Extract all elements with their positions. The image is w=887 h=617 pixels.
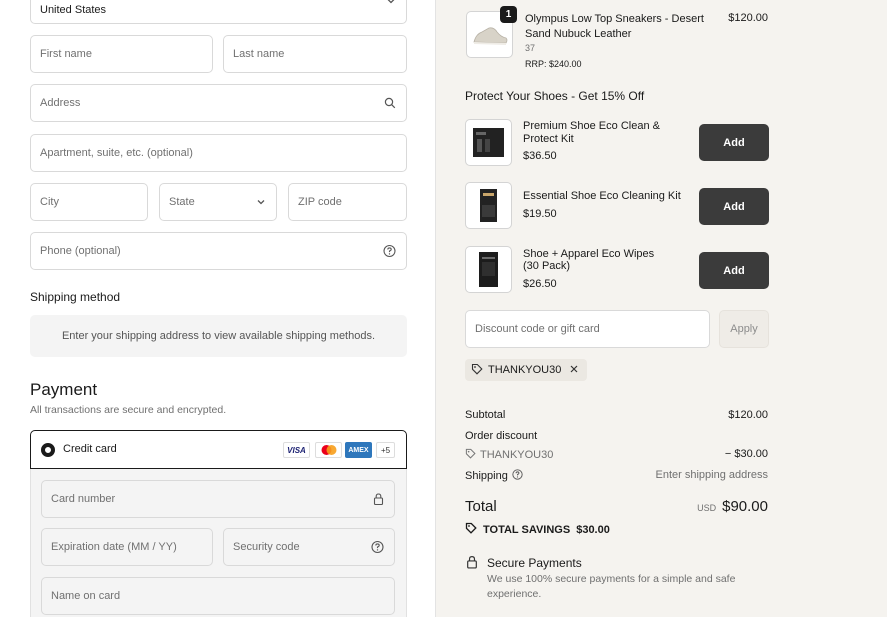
search-icon: [384, 97, 396, 109]
upsell-name: Premium Shoe Eco Clean & Protect Kit: [523, 120, 660, 145]
discount-code-line: THANKYOU30: [465, 448, 553, 462]
tag-icon: [465, 522, 477, 537]
upsell-price: $36.50: [523, 150, 557, 162]
total-label: Total: [465, 498, 497, 515]
help-icon[interactable]: [383, 244, 396, 258]
phone-field[interactable]: Phone (optional): [30, 232, 407, 270]
product-name: Olympus Low Top Sneakers - Desert Sand N…: [525, 13, 704, 40]
first-name-placeholder: First name: [40, 48, 92, 60]
product-rrp: RRP: $240.00: [525, 59, 582, 69]
last-name-placeholder: Last name: [233, 48, 285, 60]
expiry-field[interactable]: Expiration date (MM / YY): [41, 528, 213, 566]
remove-discount-icon[interactable]: [569, 364, 579, 377]
add-upsell-button[interactable]: Add: [699, 188, 769, 225]
total-amount: USD $90.00: [697, 498, 768, 515]
radio-selected[interactable]: [41, 443, 55, 457]
name-on-card-placeholder: Name on card: [51, 590, 121, 602]
shipping-label: Shipping: [465, 470, 508, 482]
applied-discount-tag: THANKYOU30: [465, 359, 588, 381]
card-number-field[interactable]: Card number: [41, 480, 395, 518]
total-currency: USD: [697, 503, 717, 513]
product-price: $120.00: [728, 12, 768, 24]
savings-value: $30.00: [576, 523, 610, 536]
product-variant: 37: [525, 43, 536, 53]
help-icon[interactable]: [512, 469, 523, 483]
order-summary-panel: 1 Olympus Low Top Sneakers - Desert Sand…: [436, 0, 887, 617]
apartment-placeholder: Apartment, suite, etc. (optional): [40, 147, 193, 159]
discount-placeholder: Discount code or gift card: [475, 323, 600, 335]
applied-code: THANKYOU30: [488, 364, 562, 376]
quantity-badge: 1: [500, 6, 517, 23]
upsell-thumbnail: [465, 119, 512, 166]
upsell-title: Protect Your Shoes - Get 15% Off: [465, 89, 645, 103]
upsell-name: Essential Shoe Eco Cleaning Kit: [523, 190, 681, 202]
upsell-price: $19.50: [523, 208, 557, 220]
address-field[interactable]: Address: [30, 84, 407, 122]
total-value: $90.00: [722, 498, 768, 515]
upsell-thumbnail: [465, 182, 512, 229]
phone-placeholder: Phone (optional): [40, 245, 121, 257]
tag-icon: [471, 363, 483, 378]
shipping-value: Enter shipping address: [655, 469, 768, 481]
security-code-field[interactable]: Security code: [223, 528, 395, 566]
order-discount-label: Order discount: [465, 430, 538, 442]
country-select[interactable]: United States: [30, 0, 407, 24]
add-upsell-button[interactable]: Add: [699, 252, 769, 289]
upsell-name: Shoe + Apparel Eco Wipes (30 Pack): [523, 248, 655, 272]
mastercard-icon: [315, 442, 342, 458]
first-name-field[interactable]: First name: [30, 35, 213, 73]
payment-title: Payment: [30, 380, 98, 399]
shipping-method-title: Shipping method: [30, 290, 121, 304]
zip-placeholder: ZIP code: [298, 196, 342, 208]
name-on-card-field[interactable]: Name on card: [41, 577, 395, 615]
apply-button[interactable]: Apply: [719, 310, 769, 348]
chevron-down-icon: [386, 0, 396, 6]
upsell-thumbnail: [465, 246, 512, 293]
checkout-form-panel: United States First name Last name Addre…: [0, 0, 436, 617]
shipping-notice: Enter your shipping address to view avai…: [30, 315, 407, 357]
secure-text: We use 100% secure payments for a simple…: [487, 573, 736, 600]
more-cards-badge: +5: [376, 442, 395, 458]
apartment-field[interactable]: Apartment, suite, etc. (optional): [30, 134, 407, 172]
discount-code: THANKYOU30: [480, 449, 554, 461]
shipping-line: Shipping: [465, 469, 523, 483]
expiry-placeholder: Expiration date (MM / YY): [51, 541, 177, 553]
security-code-placeholder: Security code: [233, 541, 300, 553]
discount-field[interactable]: Discount code or gift card: [465, 310, 710, 348]
card-number-placeholder: Card number: [51, 493, 116, 505]
visa-icon: VISA: [283, 442, 310, 458]
subtotal-value: $120.00: [728, 409, 768, 421]
country-value: United States: [40, 4, 107, 16]
savings-label: TOTAL SAVINGS: [483, 523, 571, 536]
help-icon[interactable]: [371, 540, 384, 554]
last-name-field[interactable]: Last name: [223, 35, 407, 73]
upsell-price: $26.50: [523, 278, 557, 290]
credit-card-label: Credit card: [63, 443, 117, 455]
state-placeholder: State: [169, 196, 195, 208]
address-placeholder: Address: [40, 97, 81, 109]
discount-value: − $30.00: [724, 448, 768, 460]
lock-icon: [373, 493, 384, 506]
chevron-down-icon: [256, 197, 266, 207]
add-upsell-button[interactable]: Add: [699, 124, 769, 161]
payment-subtitle: All transactions are secure and encrypte…: [30, 404, 227, 416]
city-placeholder: City: [40, 196, 59, 208]
subtotal-label: Subtotal: [465, 409, 506, 421]
city-field[interactable]: City: [30, 183, 148, 221]
amex-icon: AMEX: [345, 442, 372, 458]
secure-title: Secure Payments: [487, 556, 582, 570]
total-savings: TOTAL SAVINGS $30.00: [465, 522, 610, 537]
credit-card-option[interactable]: Credit card VISA AMEX +5: [30, 430, 407, 469]
tag-icon: [465, 448, 476, 462]
lock-icon: [466, 555, 478, 572]
state-select[interactable]: State: [159, 183, 277, 221]
card-details-panel: Card number Expiration date (MM / YY) Se…: [30, 469, 407, 617]
zip-field[interactable]: ZIP code: [288, 183, 407, 221]
